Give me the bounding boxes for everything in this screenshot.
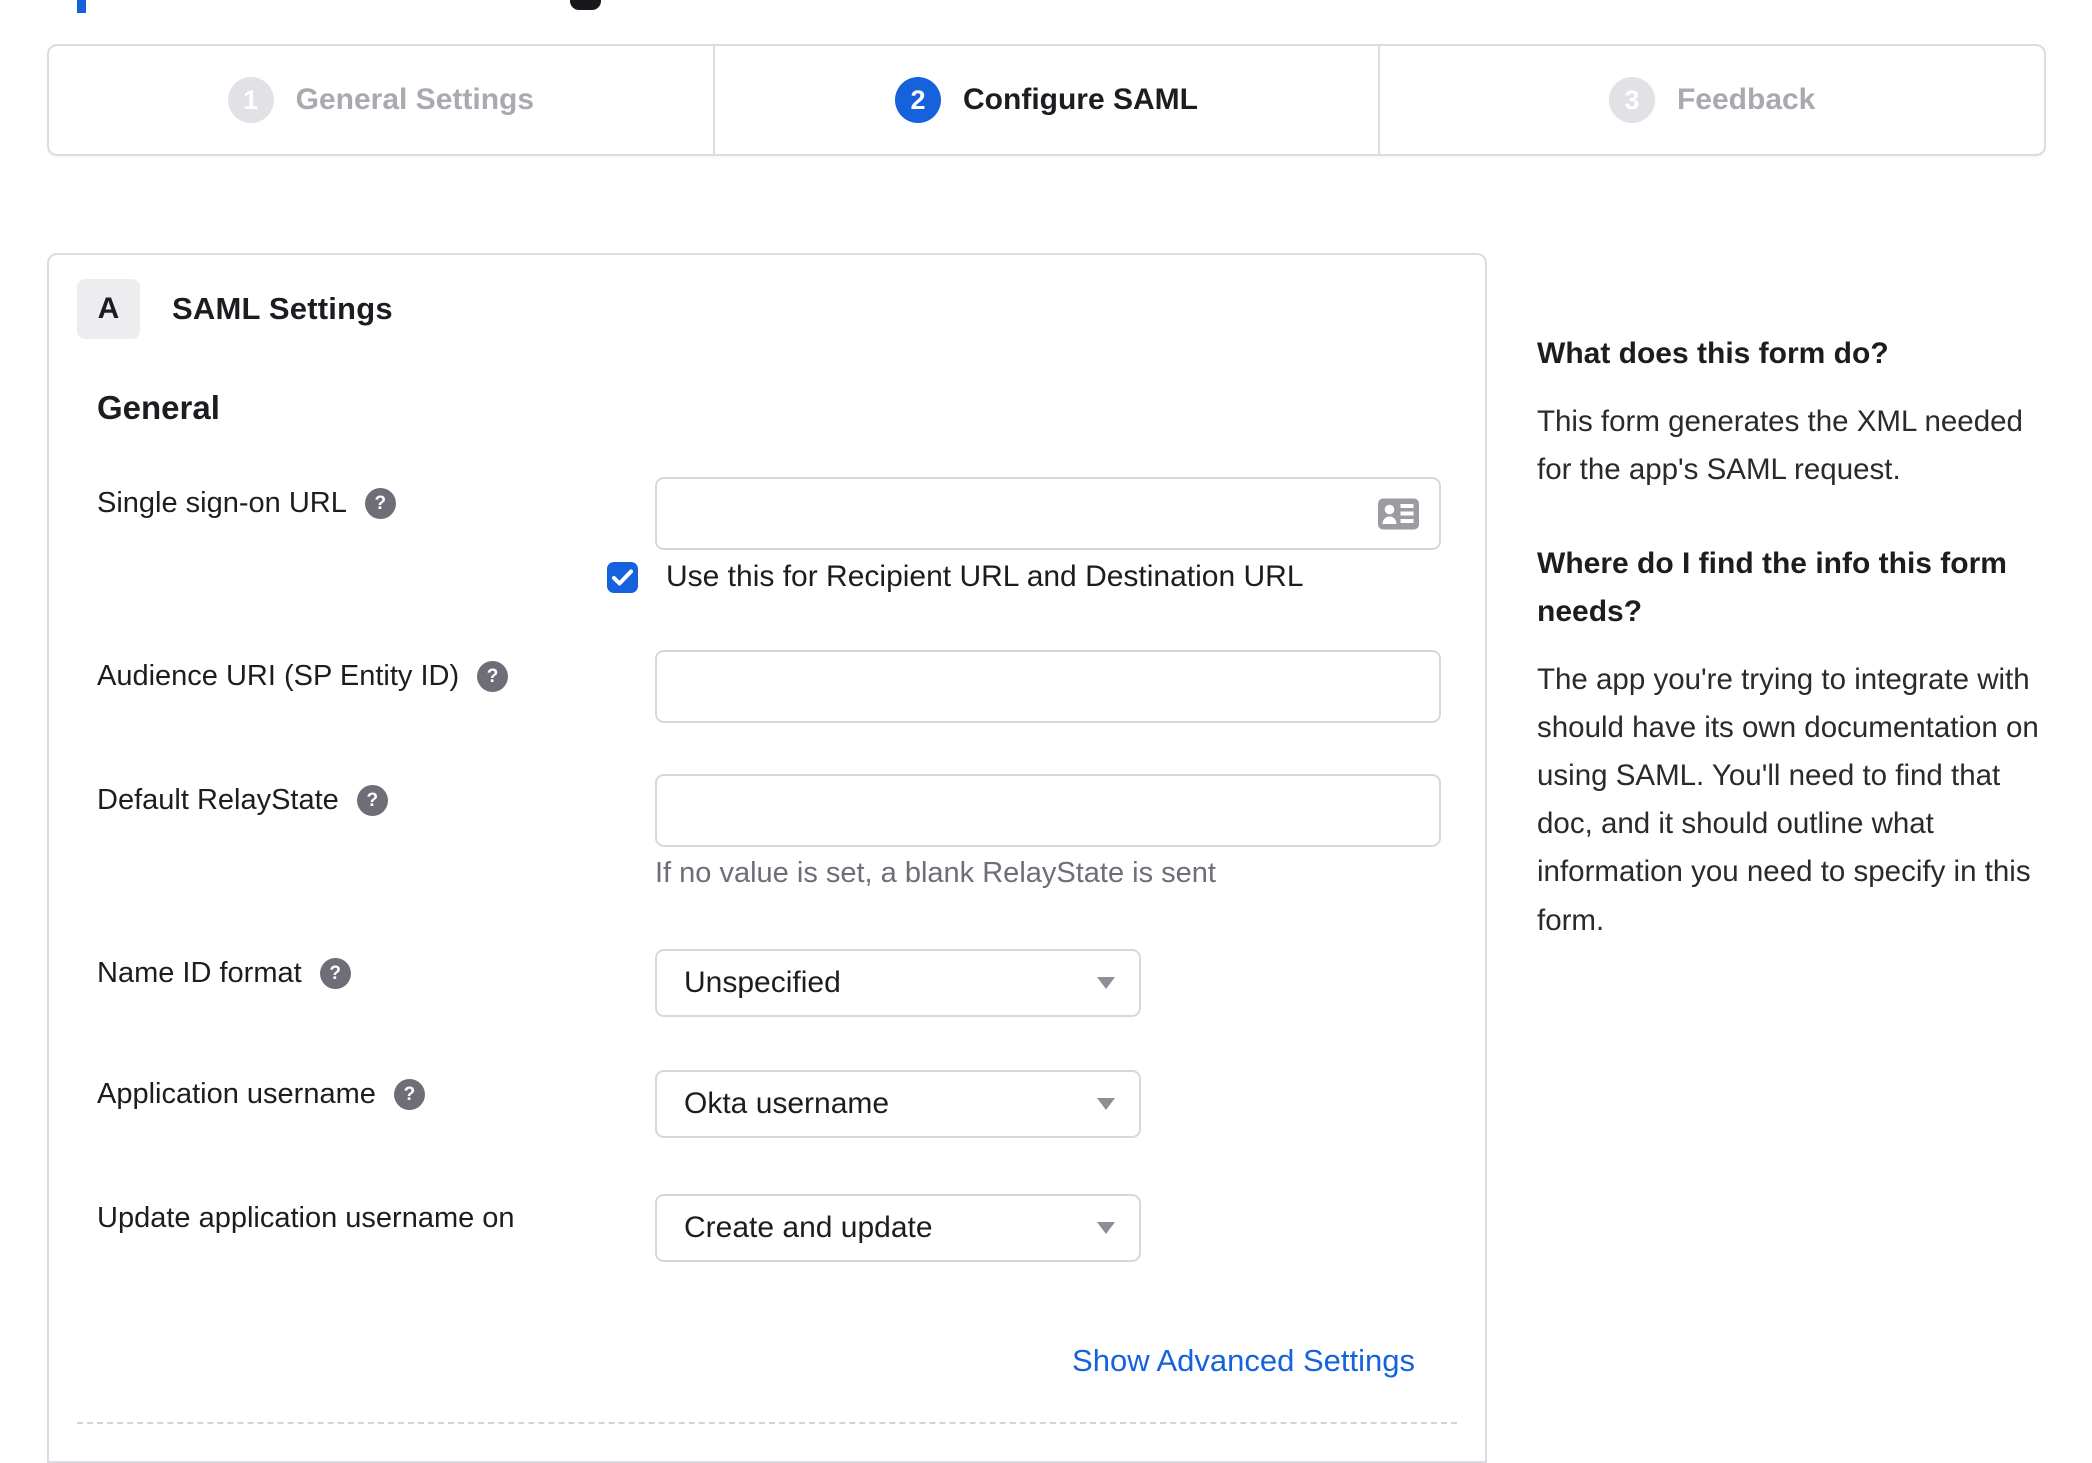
help-q2-body: The app you're trying to integrate with … bbox=[1537, 663, 2039, 937]
sso-url-input[interactable] bbox=[655, 477, 1441, 550]
help-icon[interactable]: ? bbox=[364, 488, 396, 519]
chevron-down-icon bbox=[1097, 1098, 1115, 1110]
panel-header: A SAML Settings bbox=[77, 279, 393, 339]
audience-uri-input[interactable] bbox=[655, 650, 1441, 723]
chevron-down-icon bbox=[1097, 1222, 1115, 1234]
recipient-url-checkbox-row: Use this for Recipient URL and Destinati… bbox=[607, 560, 1304, 594]
name-id-format-select[interactable]: Unspecified bbox=[655, 949, 1141, 1017]
help-icon[interactable]: ? bbox=[477, 661, 509, 692]
app-username-select[interactable]: Okta username bbox=[655, 1070, 1141, 1138]
sso-url-label-text: Single sign-on URL bbox=[97, 487, 347, 519]
name-id-format-label-text: Name ID format bbox=[97, 957, 302, 989]
general-subheading: General bbox=[97, 389, 220, 426]
update-username-label: Update application username on bbox=[97, 1202, 515, 1235]
help-icon[interactable]: ? bbox=[319, 958, 351, 989]
recipient-url-checkbox[interactable] bbox=[607, 561, 638, 593]
step-feedback[interactable]: 3 Feedback bbox=[1378, 46, 2044, 154]
relay-state-label-text: Default RelayState bbox=[97, 784, 339, 816]
app-username-label: Application username ? bbox=[97, 1078, 425, 1111]
check-icon bbox=[612, 569, 633, 585]
section-divider bbox=[77, 1422, 1457, 1424]
app-username-label-text: Application username bbox=[97, 1078, 376, 1110]
chevron-down-icon bbox=[1097, 977, 1115, 989]
app-username-value: Okta username bbox=[684, 1087, 890, 1120]
sso-url-input-wrap bbox=[655, 477, 1441, 550]
section-a-badge: A bbox=[77, 279, 140, 339]
relay-state-label: Default RelayState ? bbox=[97, 784, 388, 817]
cutoff-dark-icon bbox=[570, 0, 601, 10]
update-username-value: Create and update bbox=[684, 1211, 933, 1244]
relay-state-input[interactable] bbox=[655, 774, 1441, 847]
update-username-select[interactable]: Create and update bbox=[655, 1194, 1141, 1262]
help-q2-heading: Where do I find the info this form needs… bbox=[1537, 547, 2007, 629]
step-label: Feedback bbox=[1676, 83, 1816, 116]
section-title: SAML Settings bbox=[172, 291, 393, 326]
step-label: General Settings bbox=[295, 83, 535, 116]
update-username-label-text: Update application username on bbox=[97, 1202, 515, 1234]
saml-settings-panel: A SAML Settings General Single sign-on U… bbox=[47, 253, 1487, 1463]
help-icon[interactable]: ? bbox=[393, 1079, 425, 1110]
recipient-url-checkbox-label[interactable]: Use this for Recipient URL and Destinati… bbox=[666, 560, 1304, 594]
step-configure-saml[interactable]: 2 Configure SAML bbox=[712, 46, 1379, 154]
audience-uri-label: Audience URI (SP Entity ID) ? bbox=[97, 660, 509, 693]
cutoff-blue-mark bbox=[77, 0, 86, 13]
help-q1-heading: What does this form do? bbox=[1537, 337, 1889, 370]
step-number-badge: 2 bbox=[895, 77, 942, 123]
step-number-badge: 3 bbox=[1608, 77, 1655, 123]
help-q1-body: This form generates the XML needed for t… bbox=[1537, 405, 2023, 487]
wizard-stepper: 1 General Settings 2 Configure SAML 3 Fe… bbox=[47, 44, 2046, 156]
contact-card-icon bbox=[1378, 498, 1419, 529]
step-number-badge: 1 bbox=[227, 77, 274, 123]
name-id-format-label: Name ID format ? bbox=[97, 957, 351, 990]
help-sidebar: What does this form do? This form genera… bbox=[1537, 330, 2057, 991]
step-general-settings[interactable]: 1 General Settings bbox=[49, 46, 713, 154]
audience-uri-label-text: Audience URI (SP Entity ID) bbox=[97, 660, 460, 692]
sso-url-label: Single sign-on URL ? bbox=[97, 487, 396, 520]
name-id-format-value: Unspecified bbox=[684, 966, 841, 999]
step-label: Configure SAML bbox=[963, 83, 1198, 116]
relay-state-hint: If no value is set, a blank RelayState i… bbox=[655, 857, 1216, 889]
help-icon[interactable]: ? bbox=[356, 785, 388, 816]
show-advanced-settings-link[interactable]: Show Advanced Settings bbox=[1072, 1343, 1415, 1379]
